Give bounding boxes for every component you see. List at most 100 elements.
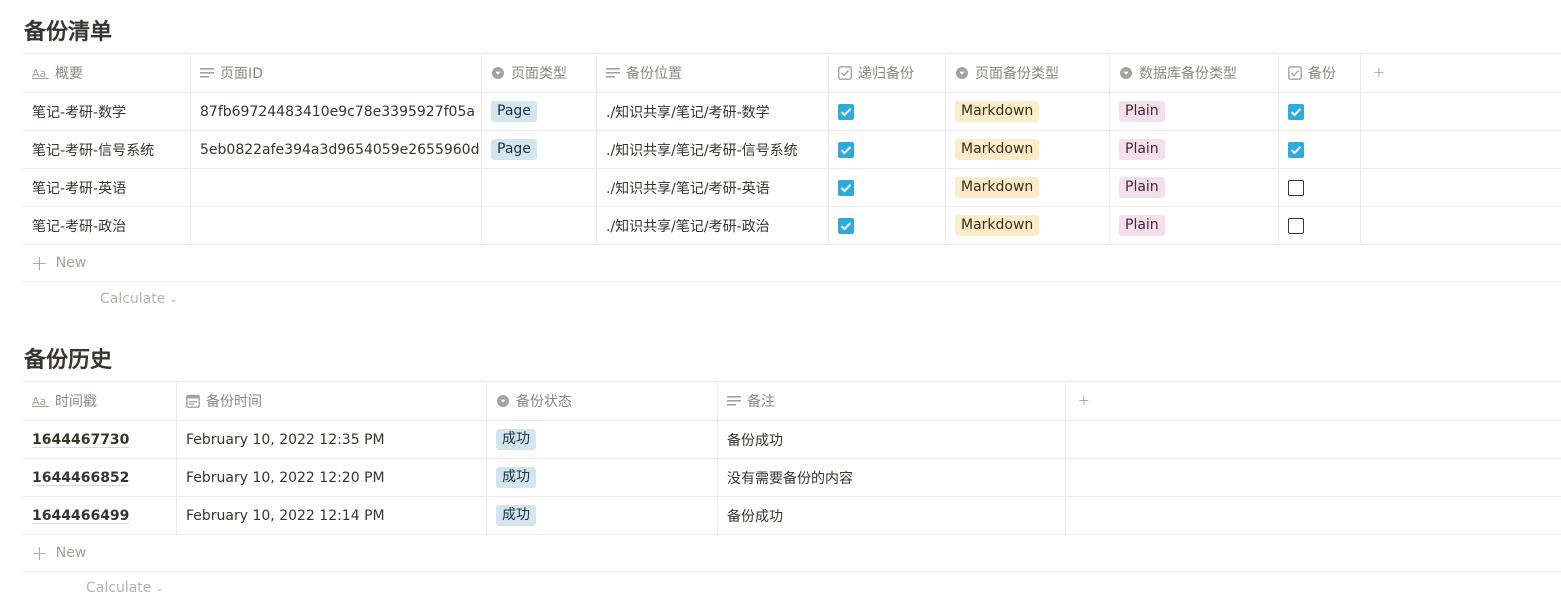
page-backup-type-tag: Markdown [955,215,1040,236]
column-header-backup-time[interactable]: 备份时间 [177,382,487,420]
cell-location[interactable]: ./知识共享/笔记/考研-数学 [597,93,829,130]
status-tag: 成功 [496,467,536,488]
cell-backup-time[interactable]: February 10, 2022 12:20 PM [177,459,487,496]
cell-location[interactable]: ./知识共享/笔记/考研-政治 [597,207,829,244]
table-row[interactable]: 笔记-考研-信号系统 5eb0822afe394a3d9654059e26559… [23,131,1561,169]
column-header-recursive[interactable]: 递归备份 [829,54,946,92]
table-row[interactable]: 1644466852 February 10, 2022 12:20 PM 成功… [23,459,1561,497]
page-backup-type-tag: Markdown [955,177,1040,198]
cell-page-type[interactable]: Page [482,131,597,168]
recursive-checkbox[interactable] [838,103,854,120]
column-header-page-type[interactable]: 页面类型 [482,54,597,92]
cell-recursive [829,207,946,244]
table-row[interactable]: 1644466499 February 10, 2022 12:14 PM 成功… [23,497,1561,535]
cell-name[interactable]: 笔记-考研-信号系统 [23,131,191,168]
cell-backup [1279,207,1361,244]
cell-backup-time[interactable]: February 10, 2022 12:14 PM [177,497,487,534]
backup-checkbox[interactable] [1288,179,1304,196]
table-header: Aa 时间戳 备份时间 备份状态 备注 + [23,382,1561,421]
recursive-checkbox[interactable] [838,217,854,234]
cell-page-type[interactable] [482,207,597,244]
new-row-button[interactable]: + New [23,245,1561,282]
add-column-button[interactable]: + [1066,382,1166,420]
select-icon [1119,66,1133,80]
cell-note[interactable]: 备份成功 [718,497,1066,534]
page-type-tag: Page [491,101,537,122]
table-row[interactable]: 笔记-考研-政治 ./知识共享/笔记/考研-政治 Markdown Plain [23,207,1561,245]
add-column-button[interactable]: + [1361,54,1461,92]
cell-backup-status[interactable]: 成功 [487,459,718,496]
cell-recursive [829,131,946,168]
cell-db-backup-type[interactable]: Plain [1110,169,1279,206]
column-header-timestamp[interactable]: Aa 时间戳 [23,382,177,420]
cell-page-id[interactable] [191,207,482,244]
cell-timestamp[interactable]: 1644467730 [23,421,177,458]
column-header-db-backup-type[interactable]: 数据库备份类型 [1110,54,1279,92]
cell-db-backup-type[interactable]: Plain [1110,131,1279,168]
table-row[interactable]: 1644467730 February 10, 2022 12:35 PM 成功… [23,421,1561,459]
backup-checkbox[interactable] [1288,141,1304,158]
table-row[interactable]: 笔记-考研-数学 87fb69724483410e9c78e3395927f05… [23,93,1561,131]
svg-text:Aa: Aa [32,395,46,407]
cell-page-type[interactable]: Page [482,93,597,130]
backup-checkbox[interactable] [1288,103,1304,120]
column-header-backup-status[interactable]: 备份状态 [487,382,718,420]
cell-db-backup-type[interactable]: Plain [1110,93,1279,130]
cell-location[interactable]: ./知识共享/笔记/考研-信号系统 [597,131,829,168]
plus-icon: + [31,541,48,565]
cell-page-backup-type[interactable]: Markdown [946,93,1110,130]
checkbox-icon [1288,66,1302,80]
cell-name[interactable]: 笔记-考研-政治 [23,207,191,244]
cell-backup-time[interactable]: February 10, 2022 12:35 PM [177,421,487,458]
column-header-backup[interactable]: 备份 [1279,54,1361,92]
cell-location[interactable]: ./知识共享/笔记/考研-英语 [597,169,829,206]
cell-db-backup-type[interactable]: Plain [1110,207,1279,244]
db-backup-type-tag: Plain [1119,215,1165,236]
cell-page-backup-type[interactable]: Markdown [946,169,1110,206]
calendar-icon [186,394,200,408]
cell-timestamp[interactable]: 1644466852 [23,459,177,496]
recursive-checkbox[interactable] [838,179,854,196]
db-backup-type-tag: Plain [1119,101,1165,122]
cell-backup-status[interactable]: 成功 [487,421,718,458]
cell-recursive [829,169,946,206]
cell-page-id[interactable]: 5eb0822afe394a3d9654059e2655960d [191,131,482,168]
page-type-tag: Page [491,139,537,160]
backup-checkbox[interactable] [1288,217,1304,234]
column-header-page-id[interactable]: 页面ID [191,54,482,92]
cell-backup-status[interactable]: 成功 [487,497,718,534]
page-backup-type-tag: Markdown [955,139,1040,160]
cell-timestamp[interactable]: 1644466499 [23,497,177,534]
calculate-button[interactable]: Calculate ⌄ [100,291,178,307]
table-row[interactable]: 笔记-考研-英语 ./知识共享/笔记/考研-英语 Markdown Plain [23,169,1561,207]
cell-page-backup-type[interactable]: Markdown [946,131,1110,168]
column-header-summary[interactable]: Aa 概要 [23,54,191,92]
svg-text:Aa: Aa [32,67,46,79]
cell-name[interactable]: 笔记-考研-英语 [23,169,191,206]
cell-page-backup-type[interactable]: Markdown [946,207,1110,244]
cell-recursive [829,93,946,130]
cell-page-id[interactable] [191,169,482,206]
select-icon [955,66,969,80]
cell-page-id[interactable]: 87fb69724483410e9c78e3395927f05a [191,93,482,130]
chevron-down-icon: ⌄ [169,293,178,305]
calculate-button[interactable]: Calculate ⌄ [86,580,164,596]
new-row-button[interactable]: + New [23,535,1561,572]
column-header-note[interactable]: 备注 [718,382,1066,420]
title-aa-icon: Aa [32,67,49,79]
column-header-page-backup-type[interactable]: 页面备份类型 [946,54,1110,92]
recursive-checkbox[interactable] [838,141,854,158]
cell-note[interactable]: 没有需要备份的内容 [718,459,1066,496]
select-icon [491,66,505,80]
text-lines-icon [727,395,741,407]
cell-page-type[interactable] [482,169,597,206]
section-title-backup-history[interactable]: 备份历史 [24,342,112,374]
text-lines-icon [606,67,620,79]
checkbox-icon [838,66,852,80]
cell-note[interactable]: 备份成功 [718,421,1066,458]
column-header-location[interactable]: 备份位置 [597,54,829,92]
section-title-backup-list[interactable]: 备份清单 [24,14,112,46]
cell-name[interactable]: 笔记-考研-数学 [23,93,191,130]
text-lines-icon [200,67,214,79]
cell-backup [1279,93,1361,130]
